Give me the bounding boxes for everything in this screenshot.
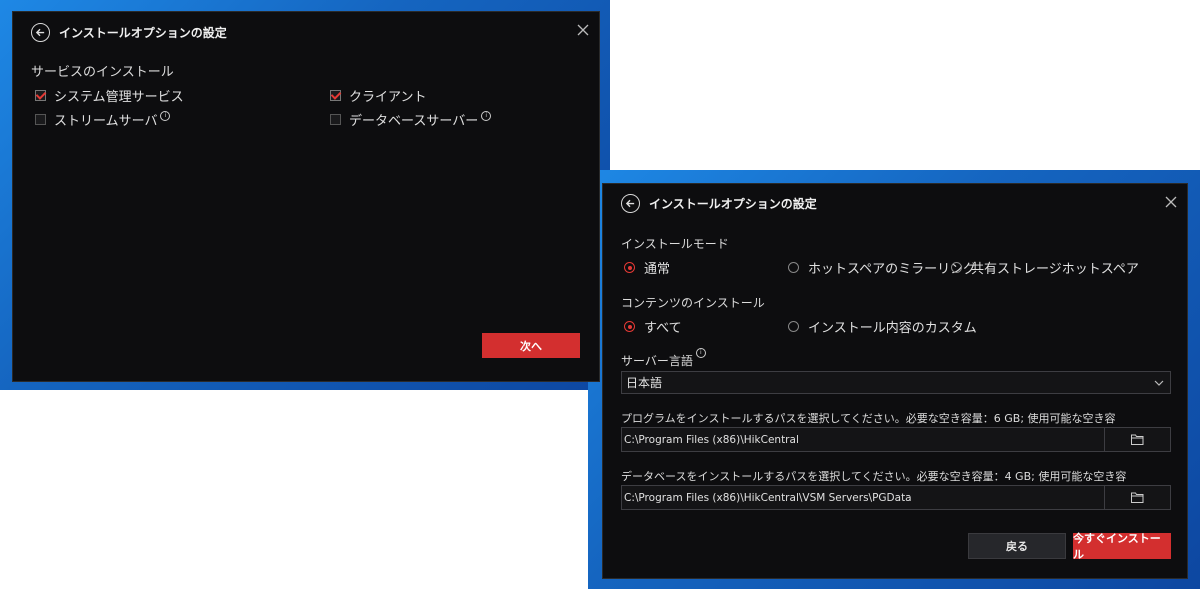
database-path-field: C:\Program Files (x86)\HikCentral\VSM Se…: [621, 485, 1171, 510]
option-label: データベースサーバー: [349, 114, 479, 129]
content-install-label: コンテンツのインストール: [621, 296, 765, 310]
install-options-dialog-2: インストールオプションの設定 インストールモード 通常 ホットスペアのミラーリン…: [602, 183, 1188, 579]
option-label: ストリームサーバ: [54, 114, 158, 129]
database-path-label: データベースをインストールするパスを選択してください。必要な空き容量：4 GB;…: [621, 470, 1127, 483]
checkbox-unchecked-icon[interactable]: [330, 114, 341, 125]
server-language-select[interactable]: 日本語: [621, 371, 1171, 394]
dialog-title: インストールオプションの設定: [649, 197, 817, 211]
option-label: 共有ストレージホットスペア: [971, 262, 1139, 277]
folder-icon[interactable]: [1104, 428, 1170, 451]
info-icon[interactable]: i: [695, 348, 706, 358]
radio-content-all[interactable]: すべて: [624, 317, 682, 336]
radio-mode-hot-spare-mirroring[interactable]: ホットスペアのミラーリング: [788, 258, 976, 277]
option-label: クライアント: [349, 90, 427, 105]
radio-mode-normal[interactable]: 通常: [624, 258, 670, 277]
radio-content-custom[interactable]: インストール内容のカスタム: [788, 317, 977, 336]
server-language-text: サーバー言語: [621, 354, 693, 368]
back-button[interactable]: 戻る: [968, 533, 1066, 559]
dialog-title: インストールオプションの設定: [59, 26, 227, 40]
back-arrow-icon[interactable]: [31, 23, 50, 42]
option-label: すべて: [644, 321, 682, 336]
option-label: 通常: [644, 262, 671, 277]
checkbox-checked-icon[interactable]: [35, 90, 46, 101]
chevron-down-icon: [1154, 380, 1164, 386]
radio-unchecked-icon[interactable]: [788, 321, 799, 332]
install-mode-label: インストールモード: [621, 237, 729, 251]
radio-unchecked-icon[interactable]: [788, 262, 799, 273]
checkbox-system-management-service[interactable]: システム管理サービス: [35, 86, 184, 105]
option-label: インストール内容のカスタム: [808, 321, 977, 336]
database-path-input[interactable]: C:\Program Files (x86)\HikCentral\VSM Se…: [622, 486, 1104, 509]
program-path-input[interactable]: C:\Program Files (x86)\HikCentral: [622, 428, 1104, 451]
close-icon[interactable]: [1164, 194, 1178, 208]
next-button[interactable]: 次へ: [482, 333, 580, 358]
checkbox-database-server[interactable]: データベースサーバー i: [330, 110, 492, 129]
checkbox-unchecked-icon[interactable]: [35, 114, 46, 125]
program-path-field: C:\Program Files (x86)\HikCentral: [621, 427, 1171, 452]
info-icon[interactable]: i: [481, 110, 492, 121]
info-icon[interactable]: i: [160, 110, 171, 121]
server-language-label: サーバー言語i: [621, 348, 706, 369]
close-icon[interactable]: [576, 22, 590, 36]
checkbox-client[interactable]: クライアント: [330, 86, 426, 105]
radio-checked-icon[interactable]: [624, 262, 635, 273]
option-label: システム管理サービス: [54, 90, 184, 105]
folder-icon[interactable]: [1104, 486, 1170, 509]
radio-checked-icon[interactable]: [624, 321, 635, 332]
radio-mode-shared-storage-hot-spare[interactable]: 共有ストレージホットスペア: [951, 258, 1139, 277]
checkbox-checked-icon[interactable]: [330, 90, 341, 101]
selected-language: 日本語: [626, 376, 663, 390]
back-arrow-icon[interactable]: [621, 194, 640, 213]
service-install-label: サービスのインストール: [31, 65, 174, 80]
install-now-button[interactable]: 今すぐインストール: [1073, 532, 1171, 561]
dialog-header: インストールオプションの設定: [621, 194, 817, 213]
install-options-dialog-1: インストールオプションの設定 サービスのインストール システム管理サービス クラ…: [12, 11, 600, 382]
checkbox-stream-server[interactable]: ストリームサーバ i: [35, 110, 171, 129]
radio-unchecked-icon[interactable]: [951, 262, 962, 273]
dialog-header: インストールオプションの設定: [31, 23, 227, 42]
program-path-label: プログラムをインストールするパスを選択してください。必要な空き容量：6 GB; …: [621, 412, 1116, 425]
